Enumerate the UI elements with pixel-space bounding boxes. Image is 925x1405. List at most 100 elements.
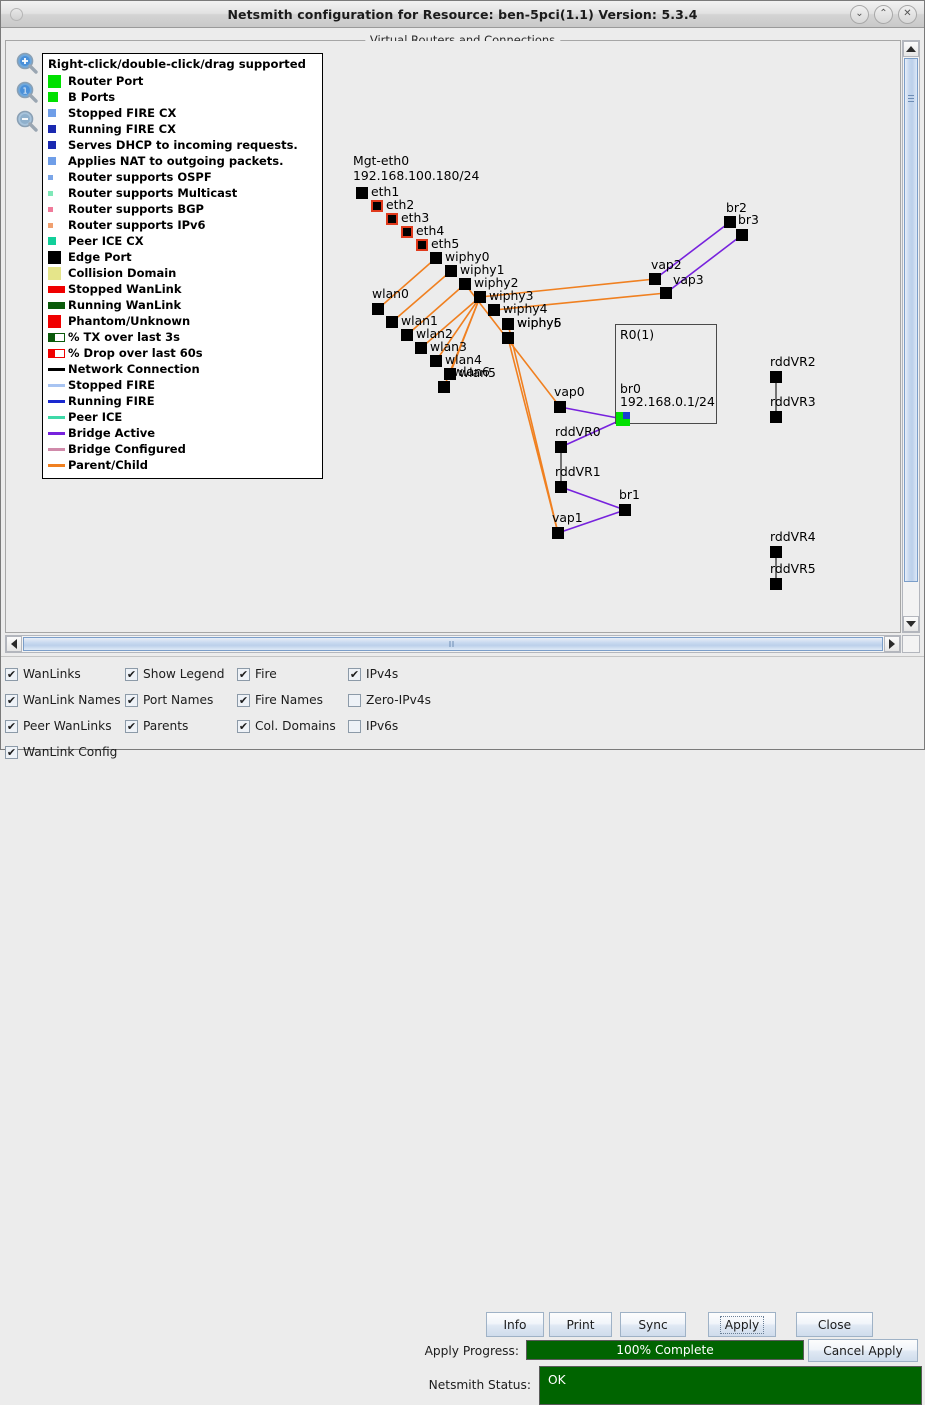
network-diagram[interactable]: Mgt-eth0 192.168.100.180/24 eth1 eth2 eth3… <box>6 41 900 632</box>
checkbox-checked-icon[interactable]: ✔ <box>125 719 138 733</box>
graph-edge[interactable] <box>559 406 624 420</box>
scroll-left-icon[interactable] <box>6 636 22 652</box>
checkbox-wanlinks[interactable]: ✔ WanLinks <box>5 667 125 681</box>
graph-node-eth4[interactable] <box>401 226 413 238</box>
checkbox-show-legend[interactable]: ✔ Show Legend <box>125 667 237 681</box>
cancel-apply-button[interactable]: Cancel Apply <box>808 1339 918 1362</box>
graph-node-rddVR3[interactable] <box>770 411 782 423</box>
graph-node-br3[interactable] <box>736 229 748 241</box>
graph-node-wiphy5[interactable] <box>502 318 514 330</box>
graph-node-wiphy2[interactable] <box>459 278 471 290</box>
graph-node-label-rddVR3: rddVR3 <box>770 394 816 409</box>
graph-node-eth5[interactable] <box>416 239 428 251</box>
graph-edge[interactable] <box>377 257 437 310</box>
checkbox-col-domains[interactable]: ✔ Col. Domains <box>237 719 348 733</box>
graph-node-label-rddVR2: rddVR2 <box>770 354 816 369</box>
checkbox-label: Col. Domains <box>255 719 336 733</box>
graph-edge[interactable] <box>507 337 559 534</box>
graph-node-rddVR2[interactable] <box>770 371 782 383</box>
checkbox-label: Show Legend <box>143 667 225 681</box>
print-button[interactable]: Print <box>549 1312 612 1337</box>
checkbox-fire-names[interactable]: ✔ Fire Names <box>237 693 348 707</box>
cancel-apply-label: Cancel Apply <box>823 1343 903 1358</box>
info-button[interactable]: Info <box>486 1312 544 1337</box>
graph-node-wiphy4[interactable] <box>488 304 500 316</box>
title-bar: Netsmith configuration for Resource: ben… <box>1 1 924 28</box>
checkbox-label: WanLink Names <box>23 693 121 707</box>
graph-node-wlan3[interactable] <box>415 342 427 354</box>
graph-node-rddVR0[interactable] <box>555 441 567 453</box>
maximize-icon[interactable]: ⌃ <box>874 4 893 24</box>
checkbox-checked-icon[interactable]: ✔ <box>237 667 250 681</box>
vertical-scroll-thumb[interactable] <box>904 58 918 582</box>
graph-node-wiphy1[interactable] <box>445 265 457 277</box>
checkbox-label: Fire <box>255 667 277 681</box>
checkbox-label: Parents <box>143 719 189 733</box>
graph-edge[interactable] <box>560 486 626 511</box>
graph-node-rddVR4[interactable] <box>770 546 782 558</box>
checkbox-unchecked-icon[interactable] <box>348 719 361 733</box>
checkbox-checked-icon[interactable]: ✔ <box>5 745 18 759</box>
graph-node-wlan0[interactable] <box>372 303 384 315</box>
checkbox-checked-icon[interactable]: ✔ <box>5 667 18 681</box>
graph-node-label-vap0: vap0 <box>554 384 585 399</box>
checkbox-checked-icon[interactable]: ✔ <box>125 667 138 681</box>
checkbox-wanlink-names[interactable]: ✔ WanLink Names <box>5 693 125 707</box>
graph-node-br1[interactable] <box>619 504 631 516</box>
minimize-icon[interactable]: ⌄ <box>850 4 869 24</box>
graph-node-br2[interactable] <box>724 216 736 228</box>
router-R0[interactable]: R0(1) br0 192.168.0.1/24 <box>615 324 717 424</box>
graph-node-wlan4[interactable] <box>430 355 442 367</box>
checkbox-checked-icon[interactable]: ✔ <box>5 693 18 707</box>
graph-node-wlan2[interactable] <box>401 329 413 341</box>
checkbox-zero-ipv4s[interactable]: Zero-IPv4s <box>348 693 498 707</box>
graph-node-wlan6[interactable] <box>438 381 450 393</box>
checkbox-port-names[interactable]: ✔ Port Names <box>125 693 237 707</box>
horizontal-scroll-thumb[interactable] <box>23 637 883 666</box>
apply-button[interactable]: Apply <box>708 1312 776 1337</box>
scroll-up-icon[interactable] <box>903 41 919 57</box>
checkbox-checked-icon[interactable]: ✔ <box>5 719 18 733</box>
graph-node-vap1[interactable] <box>552 527 564 539</box>
checkbox-checked-icon[interactable]: ✔ <box>237 719 250 733</box>
checkbox-row: ✔ WanLink Config <box>5 739 498 765</box>
checkbox-checked-icon[interactable]: ✔ <box>348 667 361 681</box>
mgt-eth0-label-line2: 192.168.100.180/24 <box>353 168 480 183</box>
apply-progress-bar: 100% Complete <box>526 1340 804 1360</box>
checkbox-checked-icon[interactable]: ✔ <box>125 693 138 707</box>
checkbox-checked-icon[interactable]: ✔ <box>237 693 250 707</box>
checkbox-ipv4s[interactable]: ✔ IPv4s <box>348 667 498 681</box>
checkbox-parents[interactable]: ✔ Parents <box>125 719 237 733</box>
checkbox-fire[interactable]: ✔ Fire <box>237 667 348 681</box>
close-icon[interactable]: ✕ <box>898 4 917 24</box>
checkbox-wanlink-config[interactable]: ✔ WanLink Config <box>5 745 125 759</box>
checkbox-unchecked-icon[interactable] <box>348 693 361 707</box>
graph-node-eth1[interactable] <box>356 187 368 199</box>
router-port-icon[interactable] <box>616 412 630 426</box>
scroll-right-icon[interactable] <box>884 636 900 652</box>
graph-node-eth2[interactable] <box>371 200 383 212</box>
horizontal-scrollbar[interactable] <box>5 635 901 666</box>
checkbox-grid: ✔ WanLinks ✔ Show Legend ✔ Fire ✔ IPv4s ✔ WanLink… <box>5 661 498 765</box>
checkbox-label: WanLink Config <box>23 745 118 759</box>
graph-node-vap0[interactable] <box>554 401 566 413</box>
graph-node-vap3[interactable] <box>660 287 672 299</box>
graph-node-rddVR5[interactable] <box>770 578 782 590</box>
graph-node-rddVR1[interactable] <box>555 481 567 493</box>
graph-node-wiphy6[interactable] <box>502 332 514 344</box>
sync-button-label: Sync <box>638 1317 668 1332</box>
scroll-down-icon[interactable] <box>903 616 919 632</box>
graph-node-vap2[interactable] <box>649 273 661 285</box>
sync-button[interactable]: Sync <box>620 1312 686 1337</box>
graph-node-wiphy0[interactable] <box>430 252 442 264</box>
graph-node-eth3[interactable] <box>386 213 398 225</box>
graph-node-wiphy3[interactable] <box>474 291 486 303</box>
vertical-scrollbar[interactable] <box>902 40 920 633</box>
graph-node-wlan1[interactable] <box>386 316 398 328</box>
close-button[interactable]: Close <box>796 1312 873 1337</box>
diagram-viewport[interactable]: 1 Right-click/double-click/drag supporte… <box>6 41 900 632</box>
checkbox-peer-wanlinks[interactable]: ✔ Peer WanLinks <box>5 719 125 733</box>
graph-node-label-br3: br3 <box>738 212 759 227</box>
checkbox-label: Peer WanLinks <box>23 719 112 733</box>
checkbox-ipv6s[interactable]: IPv6s <box>348 719 498 733</box>
